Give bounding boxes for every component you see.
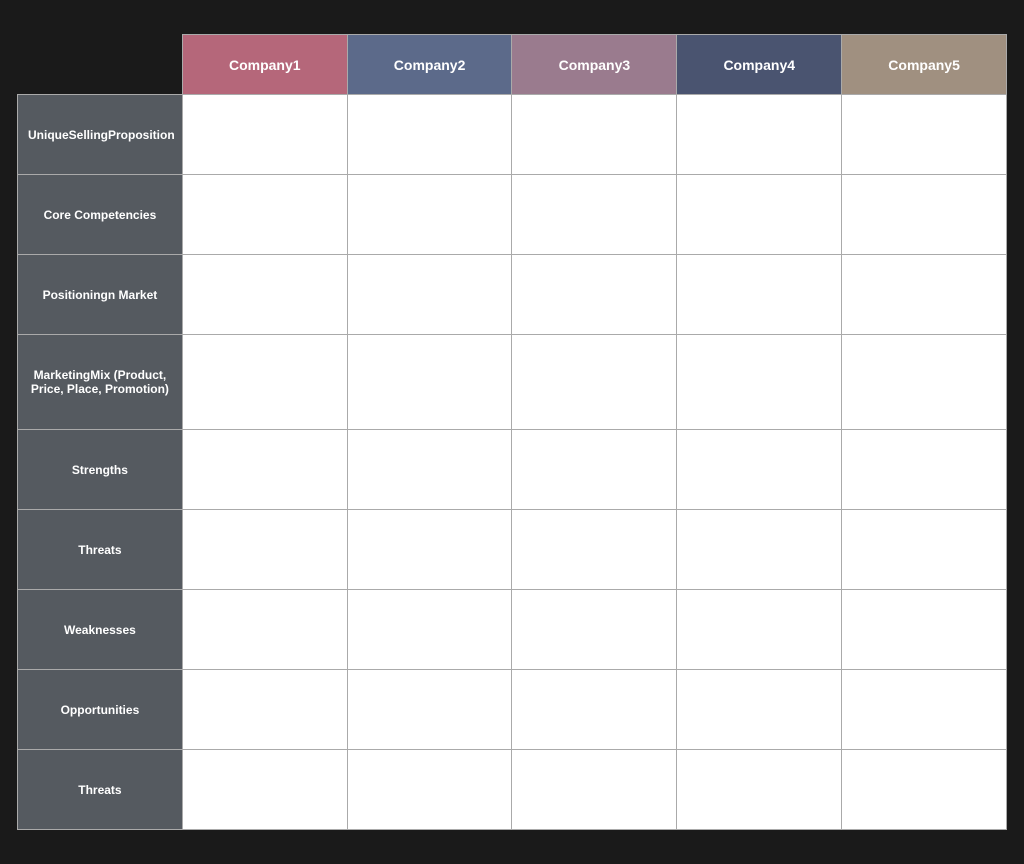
cell-core-competencies-company1[interactable] [182,175,347,255]
cell-threats-1-company2[interactable] [347,510,512,590]
cell-core-competencies-company4[interactable] [677,175,842,255]
cell-positioning-market-company1[interactable] [182,255,347,335]
cell-unique-selling-company4[interactable] [677,95,842,175]
company-header-company3: Company3 [512,35,677,95]
cell-opportunities-company2[interactable] [347,670,512,750]
cell-opportunities-company4[interactable] [677,670,842,750]
cell-threats-2-company2[interactable] [347,750,512,830]
cell-threats-1-company1[interactable] [182,510,347,590]
row-header-opportunities: Opportunities [18,670,183,750]
table-row-core-competencies: Core Competencies [18,175,1007,255]
cell-unique-selling-company1[interactable] [182,95,347,175]
table-container: Company1Company2Company3Company4Company5… [0,0,1024,864]
cell-threats-1-company4[interactable] [677,510,842,590]
cell-threats-2-company1[interactable] [182,750,347,830]
cell-unique-selling-company3[interactable] [512,95,677,175]
table-row-strengths: Strengths [18,430,1007,510]
table-row-weaknesses: Weaknesses [18,590,1007,670]
cell-unique-selling-company5[interactable] [842,95,1007,175]
cell-opportunities-company3[interactable] [512,670,677,750]
cell-weaknesses-company1[interactable] [182,590,347,670]
row-header-marketing-mix: MarketingMix (Product, Price, Place, Pro… [18,335,183,430]
row-header-weaknesses: Weaknesses [18,590,183,670]
row-header-threats-2: Threats [18,750,183,830]
comparison-table: Company1Company2Company3Company4Company5… [17,34,1007,830]
cell-positioning-market-company2[interactable] [347,255,512,335]
cell-strengths-company3[interactable] [512,430,677,510]
company-header-company4: Company4 [677,35,842,95]
cell-core-competencies-company2[interactable] [347,175,512,255]
table-row-threats-2: Threats [18,750,1007,830]
cell-threats-1-company5[interactable] [842,510,1007,590]
cell-strengths-company2[interactable] [347,430,512,510]
row-header-threats-1: Threats [18,510,183,590]
cell-opportunities-company5[interactable] [842,670,1007,750]
cell-positioning-market-company5[interactable] [842,255,1007,335]
corner-cell [18,35,183,95]
cell-threats-2-company4[interactable] [677,750,842,830]
cell-strengths-company4[interactable] [677,430,842,510]
cell-positioning-market-company4[interactable] [677,255,842,335]
table-row-opportunities: Opportunities [18,670,1007,750]
row-header-unique-selling: UniqueSellingProposition [18,95,183,175]
cell-marketing-mix-company2[interactable] [347,335,512,430]
cell-weaknesses-company4[interactable] [677,590,842,670]
row-header-core-competencies: Core Competencies [18,175,183,255]
cell-marketing-mix-company1[interactable] [182,335,347,430]
cell-threats-1-company3[interactable] [512,510,677,590]
cell-weaknesses-company2[interactable] [347,590,512,670]
company-header-company5: Company5 [842,35,1007,95]
company-header-company2: Company2 [347,35,512,95]
cell-core-competencies-company3[interactable] [512,175,677,255]
table-row-threats-1: Threats [18,510,1007,590]
cell-strengths-company5[interactable] [842,430,1007,510]
cell-marketing-mix-company4[interactable] [677,335,842,430]
table-row-marketing-mix: MarketingMix (Product, Price, Place, Pro… [18,335,1007,430]
row-header-positioning-market: Positioningn Market [18,255,183,335]
cell-core-competencies-company5[interactable] [842,175,1007,255]
cell-opportunities-company1[interactable] [182,670,347,750]
cell-threats-2-company5[interactable] [842,750,1007,830]
cell-threats-2-company3[interactable] [512,750,677,830]
cell-strengths-company1[interactable] [182,430,347,510]
table-row-positioning-market: Positioningn Market [18,255,1007,335]
company-header-company1: Company1 [182,35,347,95]
cell-weaknesses-company3[interactable] [512,590,677,670]
table-row-unique-selling: UniqueSellingProposition [18,95,1007,175]
cell-marketing-mix-company5[interactable] [842,335,1007,430]
cell-unique-selling-company2[interactable] [347,95,512,175]
cell-marketing-mix-company3[interactable] [512,335,677,430]
row-header-strengths: Strengths [18,430,183,510]
cell-positioning-market-company3[interactable] [512,255,677,335]
cell-weaknesses-company5[interactable] [842,590,1007,670]
